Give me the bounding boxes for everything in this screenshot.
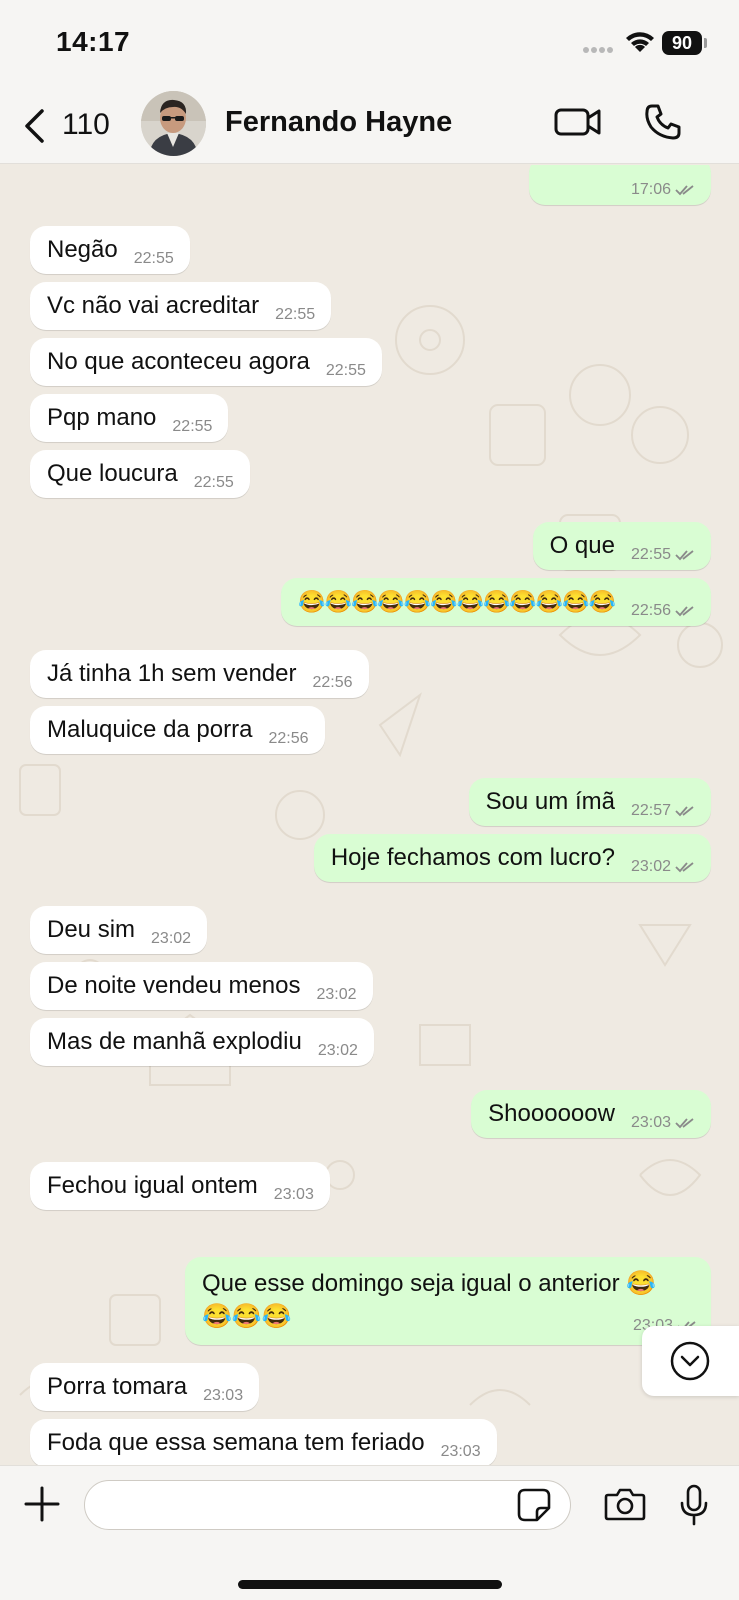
message-text: Que esse domingo seja igual o anterior 😂… [202, 1270, 657, 1330]
message-time: 22:56 [630, 602, 671, 619]
contact-name[interactable]: Fernando Hayne [225, 106, 452, 139]
plus-icon[interactable] [24, 1486, 60, 1522]
message-time: 23:03 [273, 1186, 314, 1203]
message-time: 23:03 [440, 1443, 481, 1460]
message-time: 22:56 [312, 674, 353, 691]
battery-level: 90 [662, 31, 702, 55]
message-bubble-incoming[interactable]: Já tinha 1h sem vender 22:56 [30, 650, 369, 698]
status-time: 14:17 [56, 26, 131, 57]
message-text: No que aconteceu agora [47, 348, 310, 375]
message-text: Mas de manhã explodiu [47, 1028, 302, 1055]
message-text: Pqp mano [47, 404, 157, 431]
message-bubble-incoming[interactable]: De noite vendeu menos 23:02 [30, 962, 373, 1010]
read-receipt-icon [675, 550, 694, 561]
back-unread-count[interactable]: 110 [62, 108, 110, 142]
avatar-photo-icon [141, 91, 206, 156]
message-bubble-outgoing[interactable]: Que esse domingo seja igual o anterior 😂… [185, 1257, 711, 1345]
chat-header: 110 Fernando Hayne [0, 88, 739, 164]
wifi-icon [626, 32, 654, 52]
phone-icon[interactable] [643, 102, 683, 142]
message-time: 22:55 [172, 418, 213, 435]
chat-messages-area[interactable]: 17:06 Negão 22:55 Vc não vai acreditar 2… [0, 165, 739, 1465]
read-receipt-icon [675, 185, 694, 196]
battery-tip [704, 38, 707, 48]
message-time: 23:03 [203, 1387, 244, 1404]
video-camera-icon[interactable] [554, 104, 602, 140]
home-indicator [238, 1580, 502, 1589]
message-time: 22:55 [275, 306, 316, 323]
status-bar: 14:17 90 [0, 0, 739, 88]
message-bubble-incoming[interactable]: Fechou igual ontem 23:03 [30, 1162, 330, 1210]
read-receipt-icon [675, 806, 694, 817]
message-text: Fechou igual ontem [47, 1172, 258, 1199]
message-bubble-incoming[interactable]: Maluquice da porra 22:56 [30, 706, 325, 754]
message-text: Vc não vai acreditar [47, 292, 260, 319]
message-text: Foda que essa semana tem feriado [47, 1429, 425, 1456]
message-bubble-incoming[interactable]: Vc não vai acreditar 22:55 [30, 282, 332, 330]
message-bubble-incoming[interactable]: Porra tomara 23:03 [30, 1363, 260, 1411]
message-text: Maluquice da porra [47, 716, 253, 743]
message-text: Porra tomara [47, 1373, 188, 1400]
message-text: O que [549, 532, 615, 559]
message-text: Que loucura [47, 460, 178, 487]
message-bubble-outgoing[interactable]: Hoje fechamos com lucro? 23:02 [313, 834, 711, 882]
message-time: 22:55 [133, 250, 174, 267]
message-bubble-outgoing[interactable]: 😂😂😂😂😂😂😂😂😂😂😂😂 22:56 [281, 578, 711, 626]
message-bubble-incoming[interactable]: Mas de manhã explodiu 23:02 [30, 1018, 374, 1066]
message-bubble-outgoing[interactable]: 17:06 [529, 165, 711, 205]
message-bubble-incoming[interactable]: Pqp mano 22:55 [30, 394, 229, 442]
avatar[interactable] [141, 91, 206, 156]
message-bubble-outgoing[interactable]: Sou um ímã 22:57 [468, 778, 711, 826]
message-bubble-outgoing[interactable]: Shoooooow 23:03 [471, 1090, 711, 1138]
chevron-left-icon[interactable] [22, 108, 46, 144]
message-bubble-incoming[interactable]: Foda que essa semana tem feriado 23:03 [30, 1419, 497, 1465]
cellular-signal-icon [583, 47, 613, 53]
message-time: 23:02 [630, 858, 671, 875]
message-text: 😂😂😂😂😂😂😂😂😂😂😂😂 [298, 589, 616, 614]
message-text: Shoooooow [488, 1100, 615, 1127]
message-time: 22:55 [193, 474, 234, 491]
message-bubble-outgoing[interactable]: O que 22:55 [532, 522, 711, 570]
message-bubble-incoming[interactable]: Que loucura 22:55 [30, 450, 250, 498]
message-time: 22:55 [325, 362, 366, 379]
read-receipt-icon [675, 606, 694, 617]
message-bubble-incoming[interactable]: Deu sim 23:02 [30, 906, 208, 954]
message-input[interactable] [84, 1480, 571, 1530]
sticker-icon[interactable] [517, 1488, 551, 1522]
camera-icon[interactable] [604, 1486, 646, 1522]
scroll-to-bottom-button[interactable] [642, 1326, 739, 1396]
message-time: 17:06 [630, 181, 671, 198]
message-text: Deu sim [47, 916, 136, 943]
message-time: 22:55 [630, 546, 671, 563]
message-composer [0, 1465, 739, 1600]
message-time: 23:02 [317, 1042, 358, 1059]
message-bubble-incoming[interactable]: No que aconteceu agora 22:55 [30, 338, 382, 386]
chevron-down-circle-icon [670, 1341, 710, 1381]
microphone-icon[interactable] [679, 1484, 709, 1526]
message-time: 22:56 [268, 730, 309, 747]
read-receipt-icon [675, 1118, 694, 1129]
message-text: Já tinha 1h sem vender [47, 660, 297, 687]
message-text: De noite vendeu menos [47, 972, 301, 999]
message-time: 23:02 [316, 986, 357, 1003]
message-text: Negão [47, 236, 118, 263]
message-time: 22:57 [630, 802, 671, 819]
message-time: 23:02 [151, 930, 192, 947]
message-text: Sou um ímã [485, 788, 615, 815]
message-time: 23:03 [630, 1114, 671, 1131]
message-bubble-incoming[interactable]: Negão 22:55 [30, 226, 190, 274]
message-text: Hoje fechamos com lucro? [330, 844, 615, 871]
read-receipt-icon [675, 862, 694, 873]
